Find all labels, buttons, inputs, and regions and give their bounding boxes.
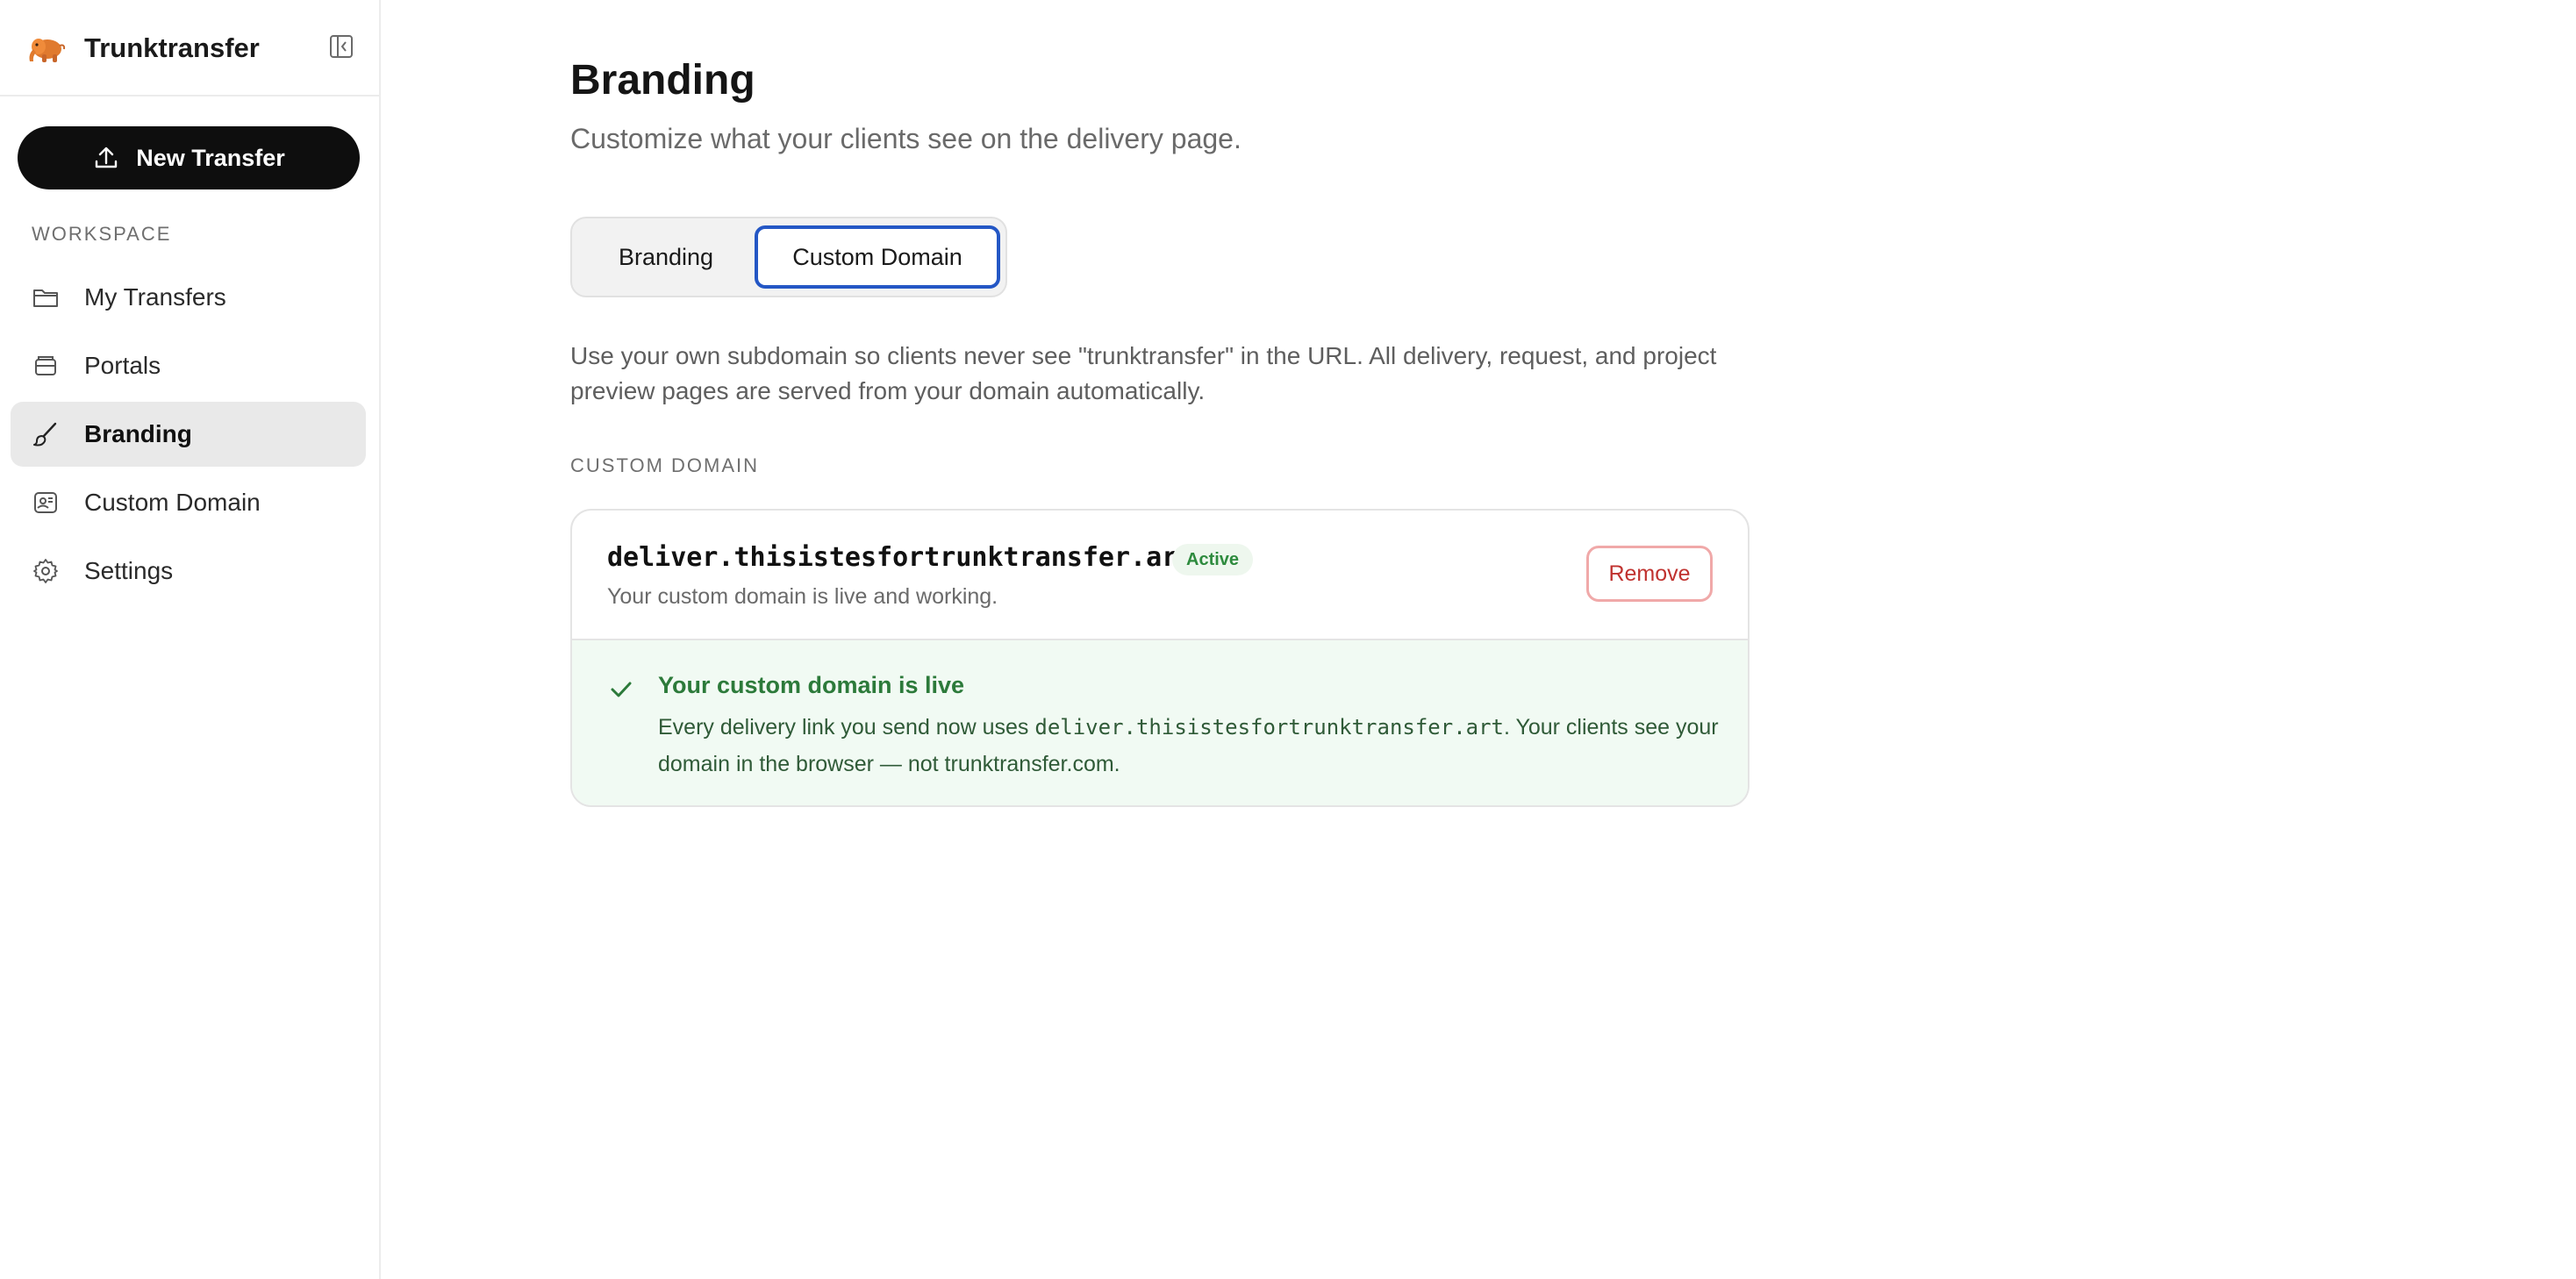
page-subtitle: Customize what your clients see on the d…: [570, 123, 1241, 154]
tab-bar: Branding Custom Domain: [570, 217, 1007, 297]
custom-domain-description: Use your own subdomain so clients never …: [570, 342, 1717, 404]
workspace-section-label: WORKSPACE: [32, 223, 172, 245]
paintbrush-icon: [33, 422, 57, 447]
gear-icon: [33, 559, 58, 583]
status-badge: Active: [1172, 544, 1254, 575]
inbox-icon: [35, 356, 56, 375]
sidebar-item-label: My Transfers: [84, 283, 226, 311]
brand-header: Trunktransfer: [0, 0, 379, 96]
remove-domain-button[interactable]: Remove: [1586, 546, 1713, 602]
domain-live-banner: Your custom domain is live Every deliver…: [572, 640, 1748, 805]
sidebar-item-label: Portals: [84, 352, 161, 379]
folder-icon: [33, 289, 58, 307]
domain-live-body: Every delivery link you send now uses de…: [658, 709, 1720, 782]
sidebar-item-label: Branding: [84, 420, 192, 447]
custom-domain-section-label: CUSTOM DOMAIN: [570, 454, 760, 476]
sidebar-item-portals[interactable]: Portals: [11, 333, 366, 398]
sidebar: Trunktransfer New Transfer WORKSPACE My …: [0, 0, 381, 1279]
sidebar-item-label: Custom Domain: [84, 489, 261, 516]
sidebar-collapse-icon[interactable]: [328, 33, 354, 60]
page-title: Branding: [570, 57, 755, 104]
checkmark-icon: [611, 682, 632, 697]
new-transfer-button[interactable]: New Transfer: [18, 126, 360, 189]
sidebar-item-branding[interactable]: Branding: [11, 402, 366, 467]
tab-branding[interactable]: Branding: [579, 225, 753, 289]
domain-status-note: Your custom domain is live and working.: [607, 584, 998, 609]
sidebar-item-custom-domain[interactable]: Custom Domain: [11, 470, 366, 535]
tab-custom-domain[interactable]: Custom Domain: [755, 225, 1000, 289]
domain-card: deliver.thisistesfortrunktransfer.art Ac…: [570, 509, 1750, 807]
new-transfer-label: New Transfer: [136, 144, 285, 171]
domain-card-header: deliver.thisistesfortrunktransfer.art Ac…: [572, 511, 1748, 640]
domain-name: deliver.thisistesfortrunktransfer.art: [607, 542, 1194, 573]
elephant-logo: [29, 39, 66, 62]
domain-live-title: Your custom domain is live: [658, 672, 965, 698]
upload-icon: [96, 146, 118, 168]
sidebar-item-my-transfers[interactable]: My Transfers: [11, 265, 366, 330]
live-body-domain: deliver.thisistesfortrunktransfer.art: [1034, 715, 1504, 740]
app-name: Trunktransfer: [84, 32, 260, 63]
sidebar-item-settings[interactable]: Settings: [11, 539, 366, 604]
sidebar-item-label: Settings: [84, 557, 174, 584]
live-body-prefix: Every delivery link you send now uses: [658, 715, 1035, 740]
domain-icon: [34, 492, 57, 513]
